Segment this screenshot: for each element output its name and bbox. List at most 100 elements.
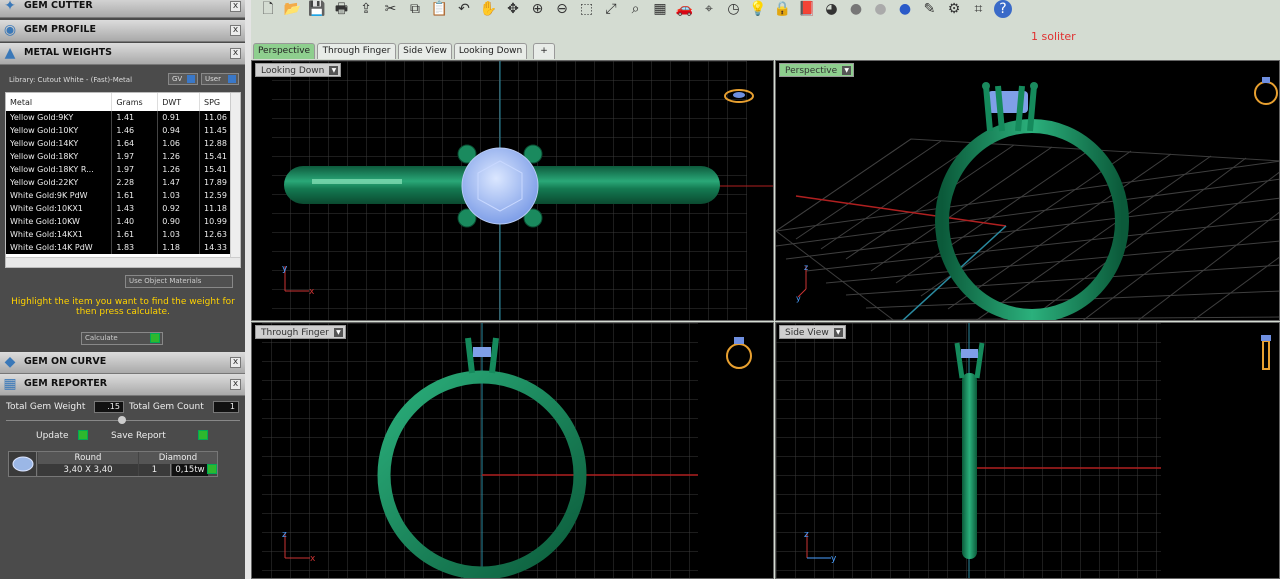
zoom-out-icon[interactable]: ⊖: [553, 0, 571, 18]
view-ring-icon[interactable]: [1261, 335, 1271, 370]
gem-reporter-header[interactable]: ▦ GEM REPORTER x: [0, 374, 245, 396]
table-cell: White Gold:10KW: [6, 215, 113, 228]
close-icon[interactable]: x: [230, 1, 241, 12]
metal-table-header[interactable]: SPG: [199, 93, 232, 111]
table-cell: 12.88: [199, 137, 232, 150]
move-icon[interactable]: ✥: [504, 0, 522, 18]
table-row[interactable]: Yellow Gold:10KY 1.46 0.94 11.45: [6, 124, 232, 137]
close-icon[interactable]: x: [230, 379, 241, 390]
viewport-side-view[interactable]: z y Side View ▼: [775, 322, 1280, 579]
copy-icon[interactable]: ⧉: [406, 0, 424, 18]
tab-add[interactable]: +: [533, 43, 555, 59]
help-icon[interactable]: ?: [994, 0, 1012, 18]
book-icon[interactable]: 📕: [798, 0, 816, 18]
table-cell: 1.61: [111, 228, 159, 241]
gem-profile-header[interactable]: ◉ GEM PROFILE x: [0, 20, 245, 42]
zoom-extents-icon[interactable]: ⤢: [602, 0, 620, 18]
save-icon[interactable]: 💾: [308, 0, 326, 18]
user-toggle[interactable]: User: [201, 73, 239, 85]
viewport-looking-down[interactable]: y x Looking Down ▼: [251, 60, 774, 321]
clock-icon[interactable]: ◷: [725, 0, 743, 18]
table-row[interactable]: White Gold:10KW 1.40 0.90 10.99: [6, 215, 232, 228]
lock-icon[interactable]: 🔒: [774, 0, 792, 18]
horizontal-scrollbar[interactable]: [6, 257, 240, 267]
table-row[interactable]: White Gold:14KX1 1.61 1.03 12.63: [6, 228, 232, 241]
gem-cutter-header[interactable]: ✦ GEM CUTTER x: [0, 0, 245, 18]
table-row[interactable]: White Gold:14K PdW 1.83 1.18 14.33: [6, 241, 232, 254]
chevron-down-icon: ▼: [833, 328, 843, 337]
calculate-dropdown[interactable]: Calculate: [81, 332, 163, 345]
zoom-selected-icon[interactable]: ⌕: [627, 0, 645, 18]
tab-perspective[interactable]: Perspective: [253, 43, 315, 59]
close-icon[interactable]: x: [230, 48, 241, 59]
view-ring-icon[interactable]: [1254, 77, 1278, 105]
view-ring-icon[interactable]: [726, 337, 752, 369]
snap-icon[interactable]: ⌖: [700, 0, 718, 18]
gv-label: GV: [172, 75, 183, 83]
close-icon[interactable]: x: [230, 357, 241, 368]
print-icon[interactable]: 🖶: [333, 0, 351, 18]
gem-report-row[interactable]: Round 3,40 X 3,40 Diamond 1 0,15tw: [8, 451, 218, 477]
gear-icon[interactable]: ⚙: [945, 0, 963, 18]
table-row[interactable]: Yellow Gold:22KY 2.28 1.47 17.89: [6, 176, 232, 189]
tab-through-finger[interactable]: Through Finger: [317, 43, 396, 59]
open-icon[interactable]: 📂: [284, 0, 302, 18]
new-icon[interactable]: 🗋: [259, 0, 277, 18]
save-report-button[interactable]: [198, 430, 208, 440]
perspective-grid: [776, 138, 1279, 320]
viewport-label-through-finger[interactable]: Through Finger ▼: [255, 325, 346, 339]
slider-handle[interactable]: [118, 416, 126, 424]
cut-icon[interactable]: ✂: [382, 0, 400, 18]
paste-icon[interactable]: 📋: [431, 0, 449, 18]
gv-toggle[interactable]: GV: [168, 73, 198, 85]
gem-on-curve-header[interactable]: ◆ GEM ON CURVE x: [0, 352, 245, 374]
metal-table-header[interactable]: Metal: [6, 93, 113, 111]
undo-icon[interactable]: ↶: [455, 0, 473, 18]
light-icon[interactable]: 💡: [749, 0, 767, 18]
use-object-materials-dropdown[interactable]: Use Object Materials: [125, 275, 233, 288]
import-icon[interactable]: ⇪: [357, 0, 375, 18]
table-cell: 0.91: [157, 111, 201, 124]
vertical-scrollbar[interactable]: [230, 93, 240, 259]
table-row[interactable]: Yellow Gold:9KY 1.41 0.91 11.06: [6, 111, 232, 124]
update-button[interactable]: [78, 430, 88, 440]
table-row[interactable]: White Gold:10KX1 1.43 0.92 11.18: [6, 202, 232, 215]
sphere-blue-icon[interactable]: ●: [896, 0, 914, 18]
sphere-silver-icon[interactable]: ●: [872, 0, 890, 18]
viewport-perspective[interactable]: z y Perspective ▼: [775, 60, 1280, 321]
calculate-go-icon[interactable]: [150, 333, 160, 343]
color-wheel-icon[interactable]: ◕: [823, 0, 841, 18]
tab-looking-down[interactable]: Looking Down: [454, 43, 527, 59]
instruction-text: Highlight the item you want to find the …: [11, 297, 235, 317]
metal-weights-table[interactable]: Metal Grams DWT SPG Yellow Gold:9KY 1.41 0.91…: [5, 92, 241, 268]
metal-weights-header[interactable]: ▲ METAL WEIGHTS x: [0, 43, 245, 65]
pan-icon[interactable]: ✋: [480, 0, 498, 18]
ring-side-view: [962, 373, 977, 559]
status-text: 1 soliter: [1031, 30, 1076, 43]
car-icon[interactable]: 🚗: [676, 0, 694, 18]
zoom-window-icon[interactable]: ⬚: [578, 0, 596, 18]
metal-table-header[interactable]: DWT: [157, 93, 201, 111]
metal-table-header[interactable]: Grams: [111, 93, 159, 111]
sphere-gray-icon[interactable]: ●: [847, 0, 865, 18]
gem-on-curve-icon: ◆: [4, 354, 16, 370]
close-icon[interactable]: x: [230, 25, 241, 36]
table-row[interactable]: Yellow Gold:18KY R... 1.97 1.26 15.41: [6, 163, 232, 176]
table-row[interactable]: Yellow Gold:18KY 1.97 1.26 15.41: [6, 150, 232, 163]
table-cell: 2.28: [111, 176, 159, 189]
tab-side-view[interactable]: Side View: [398, 43, 452, 59]
table-row[interactable]: Yellow Gold:14KY 1.64 1.06 12.88: [6, 137, 232, 150]
viewport-label-perspective[interactable]: Perspective ▼: [779, 63, 855, 77]
crop-icon[interactable]: ⌗: [970, 0, 988, 18]
gem-reporter-title: GEM REPORTER: [24, 378, 108, 389]
viewport-label-side-view[interactable]: Side View ▼: [779, 325, 846, 339]
table-cell: 15.41: [199, 163, 232, 176]
viewport-through-finger[interactable]: z x Through Finger ▼: [251, 322, 774, 579]
grid-icon[interactable]: ▦: [651, 0, 669, 18]
library-label: Library: Cutout White - (Fast)-Metal: [9, 76, 133, 84]
gem-weight-go-button[interactable]: [207, 464, 217, 474]
wand-icon[interactable]: ✎: [921, 0, 939, 18]
table-row[interactable]: White Gold:9K PdW 1.61 1.03 12.59: [6, 189, 232, 202]
zoom-in-icon[interactable]: ⊕: [529, 0, 547, 18]
viewport-label-looking-down[interactable]: Looking Down ▼: [255, 63, 342, 77]
